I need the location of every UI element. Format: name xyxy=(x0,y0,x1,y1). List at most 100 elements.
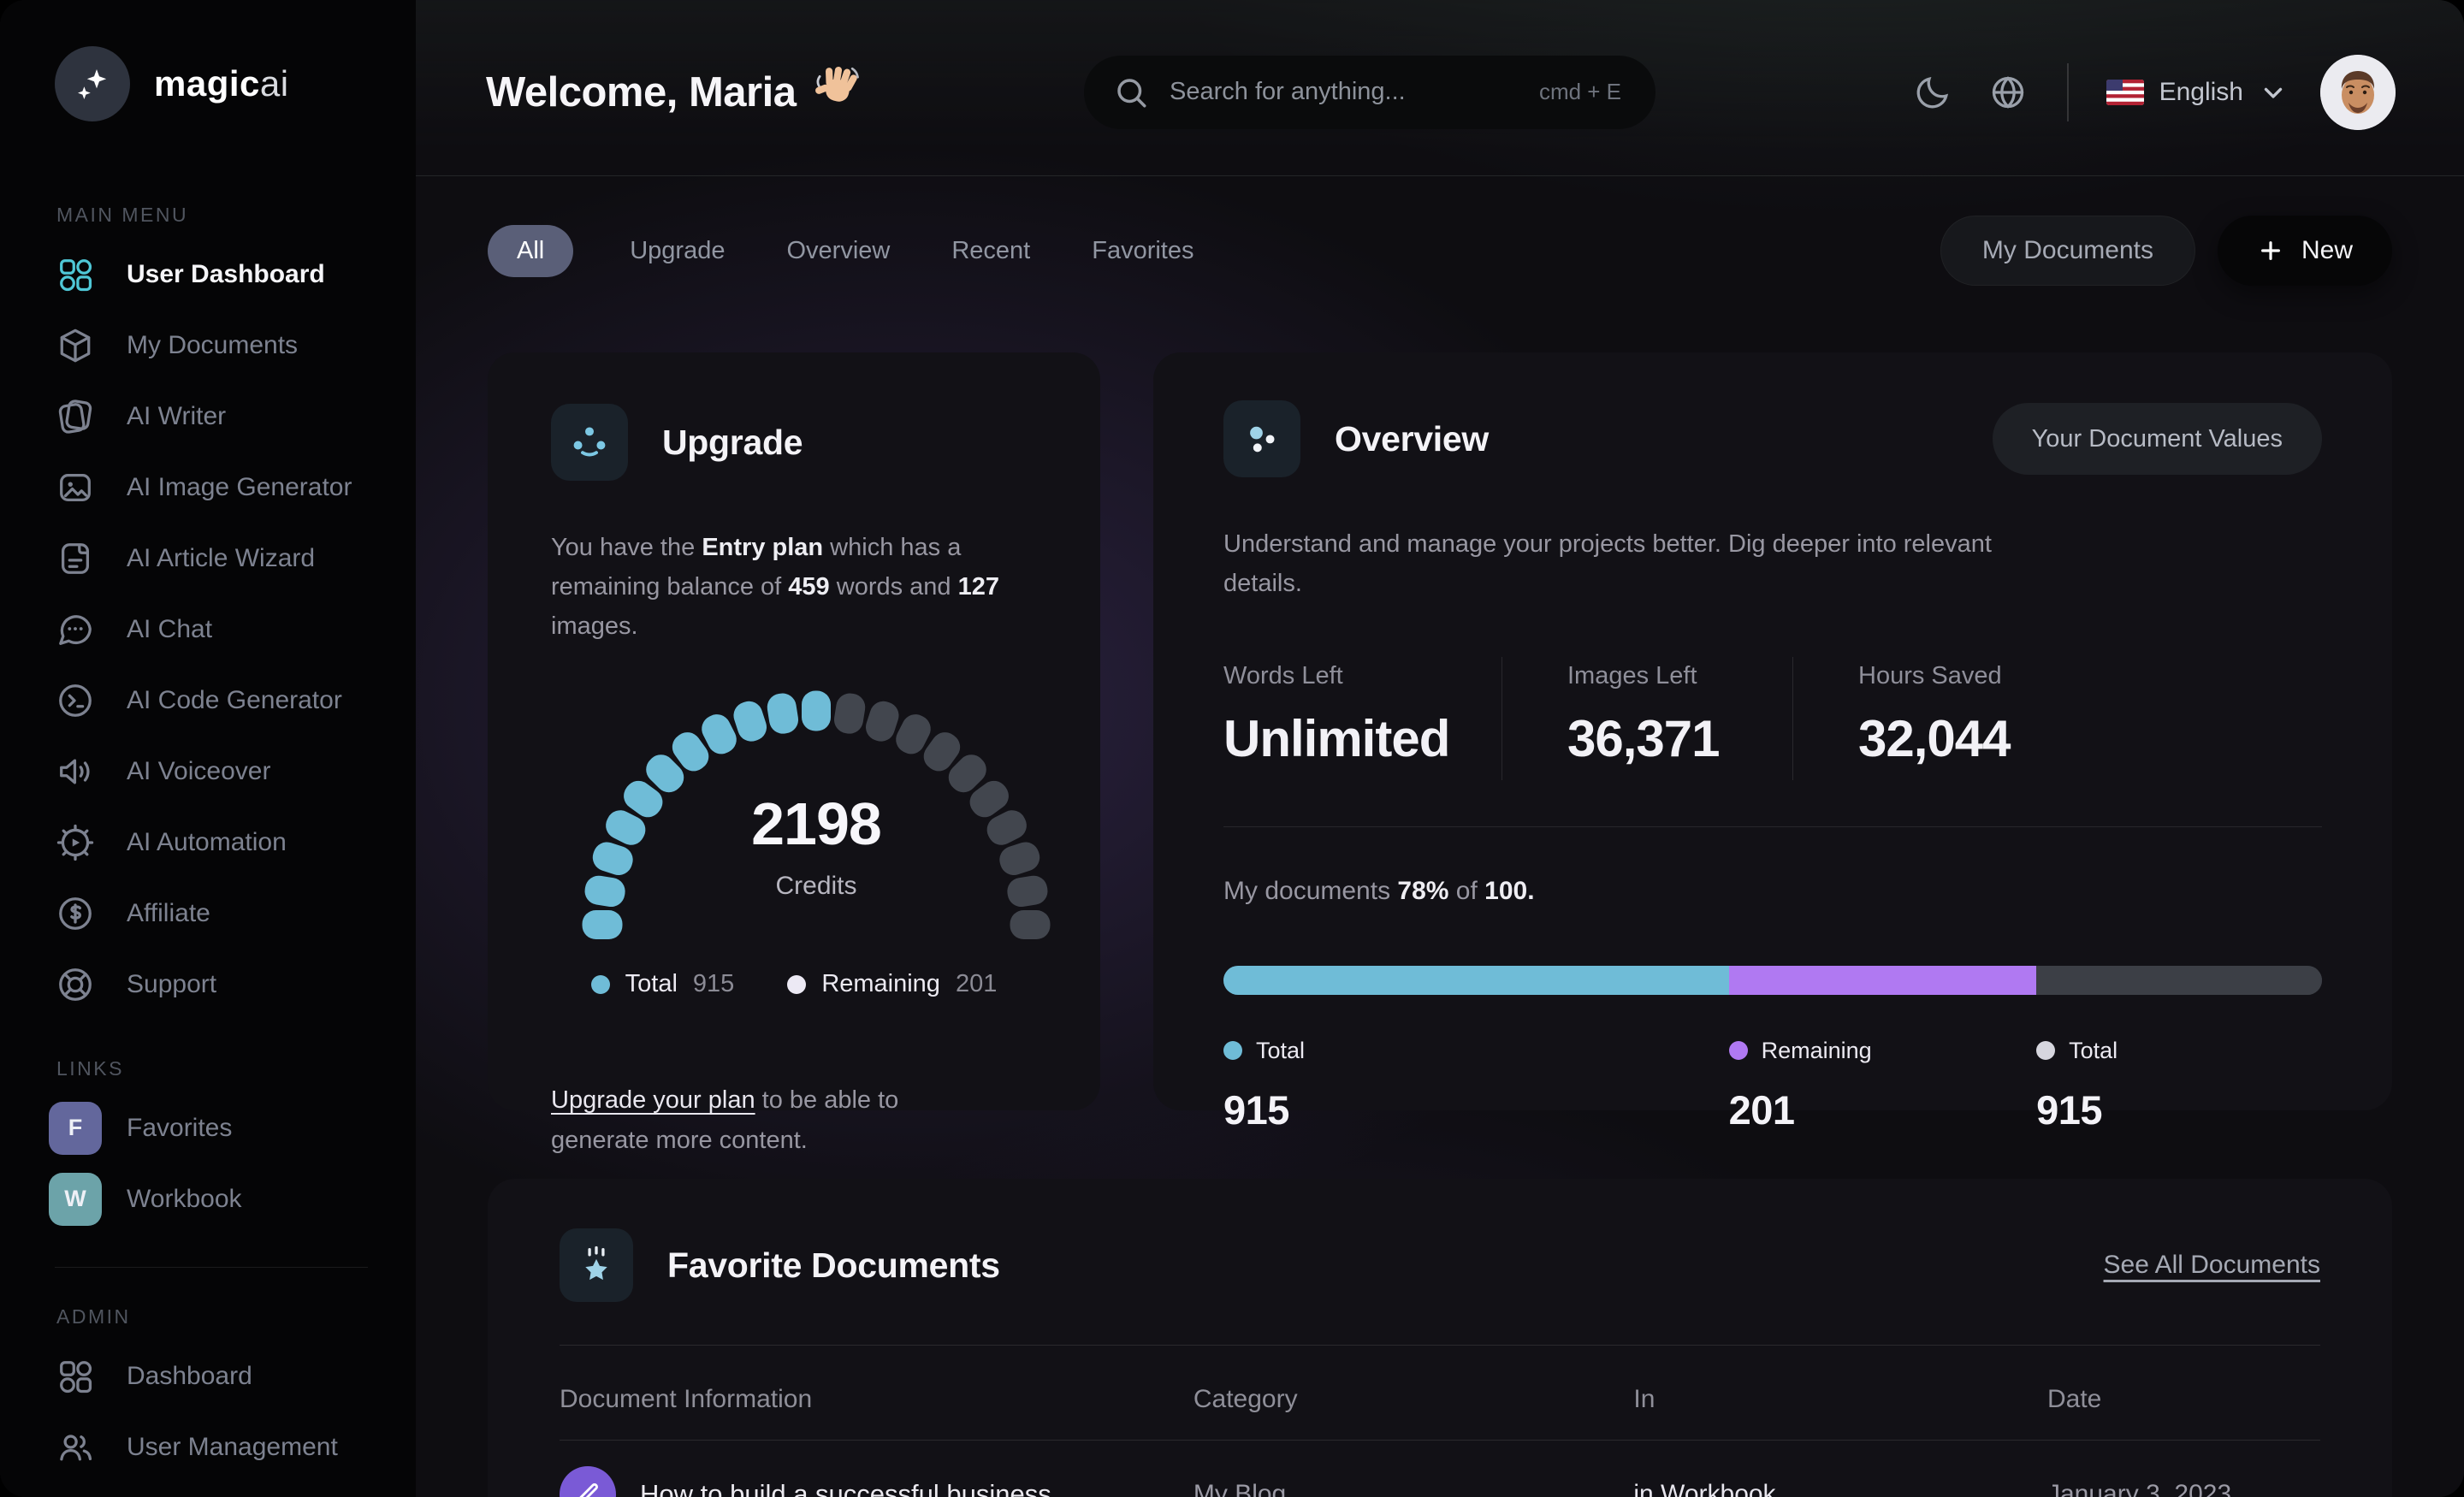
tab-upgrade[interactable]: Upgrade xyxy=(625,225,730,277)
sidebar-item-label: AI Voiceover xyxy=(127,756,271,785)
sidebar-item-ai-chat[interactable]: AI Chat xyxy=(55,594,368,665)
sidebar-item-label: AI Image Generator xyxy=(127,472,352,501)
column-category: Category xyxy=(1193,1385,1298,1413)
dollar-icon xyxy=(55,893,96,934)
sidebar-item-ai-writer[interactable]: AI Writer xyxy=(55,381,368,452)
search-input[interactable] xyxy=(1170,78,1519,106)
grid-icon xyxy=(55,1356,96,1397)
waving-hand-icon xyxy=(813,62,862,122)
see-all-documents-link[interactable]: See All Documents xyxy=(2104,1251,2320,1280)
document-title: How to build a successful business xyxy=(640,1479,1051,1497)
sidebar-item-label: Affiliate xyxy=(127,898,210,927)
document-values-button[interactable]: Your Document Values xyxy=(1992,403,2322,475)
card-title: Overview xyxy=(1335,418,1489,459)
grid-icon xyxy=(55,254,96,295)
sidebar-item-ai-article-wizard[interactable]: AI Article Wizard xyxy=(55,523,368,594)
app-window: magicai MAIN MENU User Dashboard My Docu… xyxy=(0,0,2464,1497)
document-category: My Blog xyxy=(1193,1480,1287,1497)
language-globe-button[interactable] xyxy=(1987,71,2029,114)
sidebar-item-partial[interactable] xyxy=(55,1482,368,1497)
sidebar-item-label: My Documents xyxy=(127,330,299,359)
brand-name: magicai xyxy=(154,63,289,104)
avatar[interactable] xyxy=(2320,54,2396,130)
sidebar-item-ai-image-generator[interactable]: AI Image Generator xyxy=(55,452,368,523)
legend-col-total-2: Total 915 xyxy=(2036,1037,2118,1133)
card-title: Upgrade xyxy=(662,422,803,462)
sidebar-item-favorites[interactable]: F Favorites xyxy=(49,1092,368,1163)
legend-dot-white xyxy=(787,974,807,994)
my-documents-summary: My documents 78% of 100. xyxy=(1223,876,1535,905)
sidebar-item-ai-voiceover[interactable]: AI Voiceover xyxy=(55,736,368,807)
sidebar-item-user-management[interactable]: User Management xyxy=(55,1411,368,1482)
sidebar-item-ai-automation[interactable]: AI Automation xyxy=(55,807,368,878)
column-document-information: Document Information xyxy=(560,1385,813,1413)
sidebar-item-label: AI Automation xyxy=(127,827,287,856)
header: Welcome, Maria Search for anything... cm… xyxy=(416,0,2464,176)
upgrade-footer: Upgrade your plan to be able to generate… xyxy=(551,1086,899,1154)
favorites-badge: F xyxy=(49,1101,102,1155)
gauge-legend: Total 915 Remaining 201 xyxy=(551,970,1037,998)
legend-col-total: Total 915 xyxy=(1223,1037,1306,1133)
legend-dot-teal xyxy=(1223,1041,1242,1061)
sidebar-item-affiliate[interactable]: Affiliate xyxy=(55,878,368,949)
gear-play-icon xyxy=(55,822,96,863)
chevron-down-icon xyxy=(2264,87,2283,98)
sidebar-item-admin-dashboard[interactable]: Dashboard xyxy=(55,1340,368,1411)
search-bar[interactable]: cmd + E xyxy=(1084,55,1656,129)
sidebar-item-label: AI Code Generator xyxy=(127,685,342,714)
cube-icon xyxy=(55,325,96,366)
legend-col-remaining: Remaining 201 xyxy=(1728,1037,1872,1133)
toolbar: All Upgrade Overview Recent Favorites My… xyxy=(416,216,2464,286)
progress-segment-rest xyxy=(2036,965,2322,995)
workbook-badge: W xyxy=(49,1172,102,1226)
progress-bar xyxy=(1223,965,2322,995)
table-row[interactable]: How to build a successful business My Bl… xyxy=(560,1441,2320,1497)
brand-logo[interactable]: magicai xyxy=(55,46,368,121)
overview-description: Understand and manage your projects bett… xyxy=(1223,530,1992,597)
page-title: Welcome, Maria xyxy=(486,62,862,122)
column-in: In xyxy=(1633,1385,1656,1413)
header-divider xyxy=(2066,62,2069,121)
legend-dot-teal xyxy=(590,974,610,994)
overview-divider xyxy=(1223,825,2322,827)
sidebar-item-support[interactable]: Support xyxy=(55,949,368,1020)
moon-icon xyxy=(1916,76,1948,108)
dots-cluster-icon xyxy=(1223,400,1300,477)
tab-overview[interactable]: Overview xyxy=(781,225,895,277)
sidebar-item-label: AI Article Wizard xyxy=(127,543,316,572)
pen-icon xyxy=(560,1466,616,1497)
tab-all[interactable]: All xyxy=(488,224,574,277)
sidebar-item-label: AI Chat xyxy=(127,614,213,643)
section-label-main-menu: MAIN MENU xyxy=(56,204,189,226)
card-title: Favorite Documents xyxy=(667,1245,1000,1285)
article-icon xyxy=(55,538,96,579)
sidebar-item-workbook[interactable]: W Workbook xyxy=(49,1163,368,1234)
us-flag-icon xyxy=(2106,79,2144,105)
tab-favorites[interactable]: Favorites xyxy=(1087,225,1199,277)
sidebar-item-my-documents[interactable]: My Documents xyxy=(55,310,368,381)
plus-icon xyxy=(2261,241,2280,260)
sidebar: magicai MAIN MENU User Dashboard My Docu… xyxy=(0,0,416,1497)
credits-unit: Credits xyxy=(775,872,857,901)
new-button[interactable]: New xyxy=(2217,216,2392,286)
sidebar-item-ai-code-generator[interactable]: AI Code Generator xyxy=(55,665,368,736)
sidebar-item-label: Dashboard xyxy=(127,1361,252,1390)
language-selector[interactable]: English xyxy=(2106,78,2288,107)
favorite-documents-card: Favorite Documents See All Documents Doc… xyxy=(488,1179,2392,1497)
favorites-divider xyxy=(560,1345,2320,1346)
code-terminal-icon xyxy=(55,680,96,721)
sparkles-icon xyxy=(55,46,130,121)
cards-row: Upgrade You have the Entry plan which ha… xyxy=(416,352,2464,1154)
lifebuoy-icon xyxy=(55,964,96,1005)
legend-dot-light xyxy=(2036,1041,2056,1061)
upgrade-plan-link[interactable]: Upgrade your plan xyxy=(551,1086,755,1114)
search-shortcut: cmd + E xyxy=(1538,79,1622,104)
progress-segment-total xyxy=(1223,965,1729,995)
documents-table: Document Information Category In Date Ho… xyxy=(560,1352,2320,1497)
sidebar-item-user-dashboard[interactable]: User Dashboard xyxy=(55,239,368,310)
dark-mode-toggle[interactable] xyxy=(1911,71,1954,114)
tab-recent[interactable]: Recent xyxy=(946,225,1035,277)
my-documents-button[interactable]: My Documents xyxy=(1940,216,2195,286)
stat-hours-saved: Hours Saved 32,044 xyxy=(1792,656,2322,780)
sidebar-item-label: AI Writer xyxy=(127,401,227,430)
